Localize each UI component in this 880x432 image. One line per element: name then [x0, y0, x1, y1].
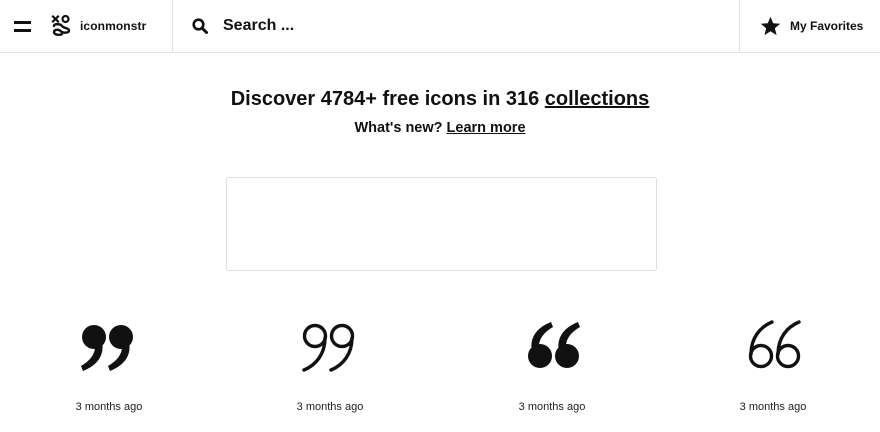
icon-time: 3 months ago [739, 401, 807, 413]
page-title-text: Discover 4784+ free icons in 316 [230, 88, 545, 110]
hamburger-icon [13, 20, 31, 32]
favorites-label: My Favorites [790, 19, 864, 33]
quote-left-outline-icon [748, 320, 801, 369]
iconmonstr-logo-icon [51, 15, 71, 37]
icon-card[interactable]: 3 months ago [693, 318, 853, 413]
whats-new-text: What's new? [354, 120, 447, 136]
ad-banner [226, 177, 657, 271]
star-icon [760, 16, 781, 36]
icon-time: 3 months ago [296, 401, 364, 413]
icon-card[interactable]: 3 months ago [250, 318, 410, 413]
menu-button[interactable] [0, 0, 52, 52]
logo-text: iconmonstr [80, 19, 147, 33]
search-bar [173, 0, 740, 52]
favorites-button[interactable]: My Favorites [740, 0, 880, 52]
search-input[interactable] [221, 16, 701, 36]
icon-time: 3 months ago [518, 401, 586, 413]
icon-card[interactable]: 3 months ago [29, 318, 189, 413]
search-icon[interactable] [192, 18, 208, 34]
quote-right-filled-icon [81, 325, 133, 371]
whats-new: What's new? Learn more [0, 119, 880, 137]
quote-left-filled-icon [528, 322, 580, 368]
page-title: Discover 4784+ free icons in 316 collect… [0, 86, 880, 112]
collections-link[interactable]: collections [545, 88, 649, 110]
logo-link[interactable]: iconmonstr [51, 15, 146, 37]
icon-card[interactable]: 3 months ago [472, 318, 632, 413]
icon-time: 3 months ago [75, 401, 143, 413]
quote-right-outline-icon [302, 323, 355, 372]
brand-area: iconmonstr [0, 0, 173, 52]
top-bar: iconmonstr My Favorites [0, 0, 880, 53]
learn-more-link[interactable]: Learn more [447, 120, 526, 136]
